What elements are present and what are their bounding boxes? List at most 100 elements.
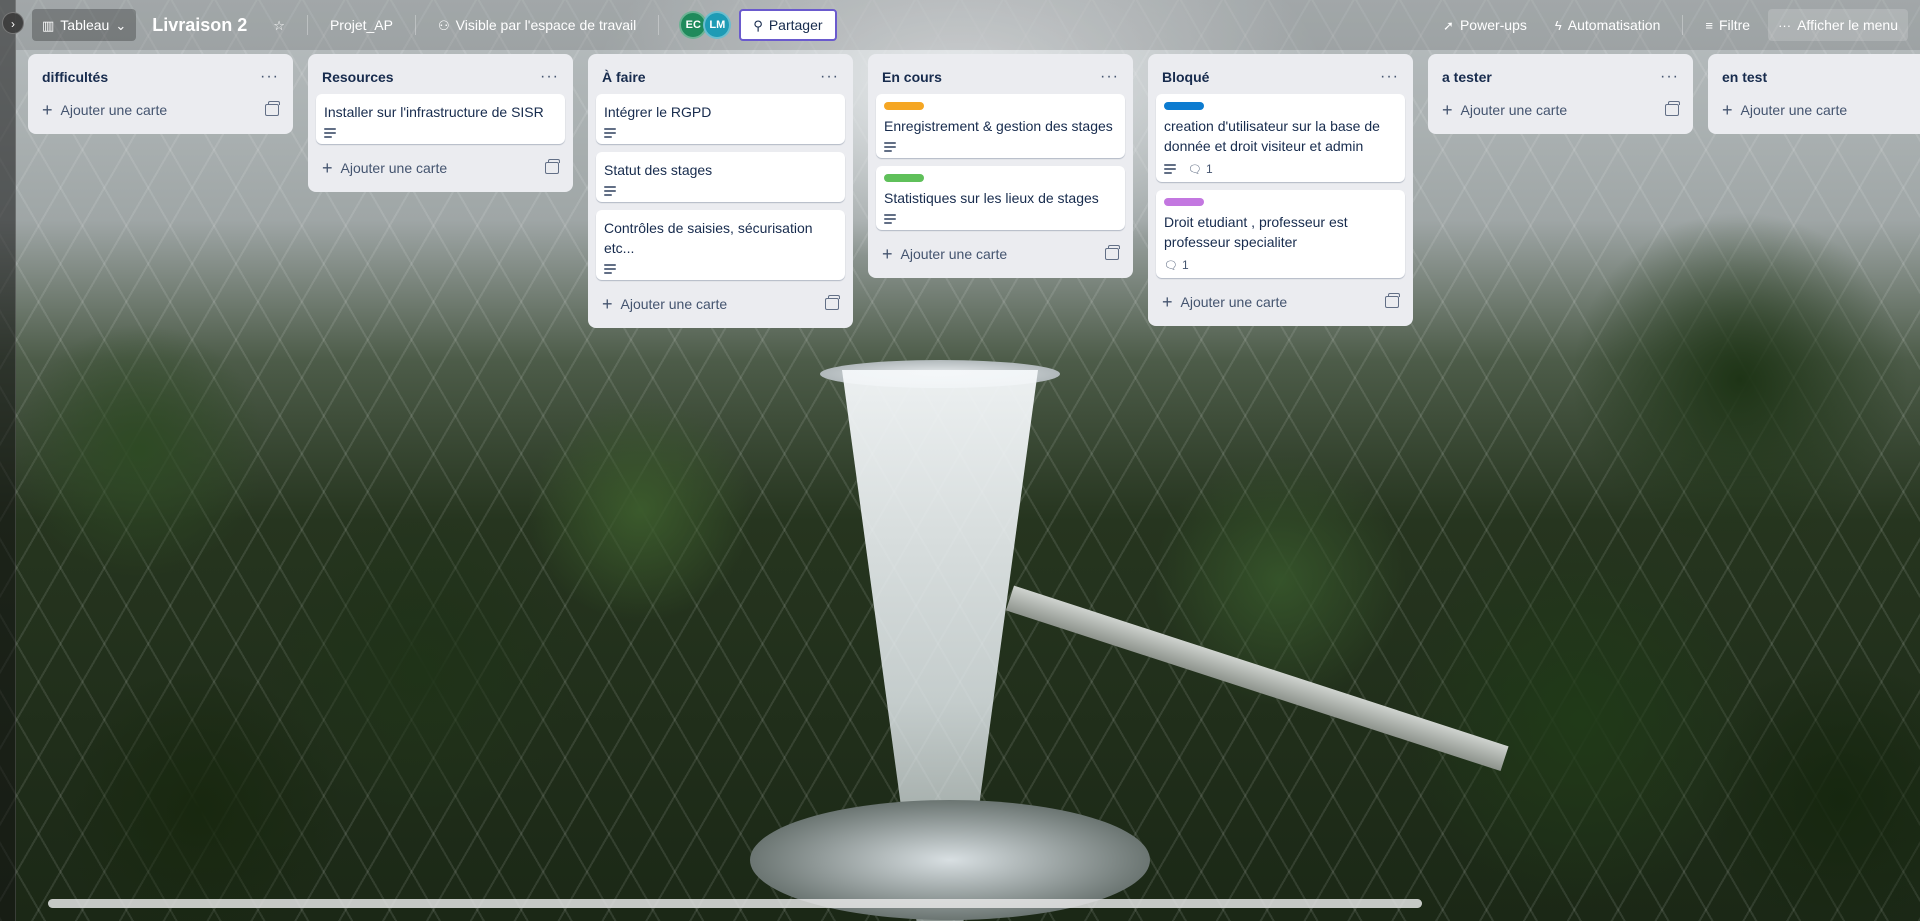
board-header: ▥ Tableau ⌄ Livraison 2 ☆ Projet_AP ⚇ Vi… — [16, 0, 1920, 50]
card[interactable]: Enregistrement & gestion des stages — [876, 94, 1125, 158]
create-from-template-icon[interactable] — [825, 295, 840, 310]
show-menu-label: Afficher le menu — [1797, 17, 1898, 33]
list-header[interactable]: À faire ··· — [596, 60, 845, 94]
list-header[interactable]: a tester ··· — [1436, 60, 1685, 94]
chevron-right-icon: › — [11, 17, 15, 31]
list-header[interactable]: Bloqué ··· — [1156, 60, 1405, 94]
more-icon[interactable]: ··· — [820, 68, 839, 86]
horizontal-scrollbar[interactable] — [48, 899, 1422, 908]
list-header[interactable]: Resources ··· — [316, 60, 565, 94]
card[interactable]: Installer sur l'infrastructure de SISR — [316, 94, 565, 144]
plus-icon: + — [1442, 100, 1453, 120]
star-board-button[interactable]: ☆ — [263, 9, 295, 41]
list-title[interactable]: a tester — [1442, 69, 1492, 85]
visibility-label: Visible par l'espace de travail — [455, 17, 637, 33]
create-from-template-icon[interactable] — [265, 101, 280, 116]
comment-icon: 🗨 — [1188, 163, 1202, 176]
card[interactable]: creation d'utilisateur sur la base de do… — [1156, 94, 1405, 182]
add-card-left: + Ajouter une carte — [42, 101, 167, 119]
more-icon[interactable]: ··· — [260, 68, 279, 86]
create-from-template-icon[interactable] — [545, 159, 560, 174]
show-menu-button[interactable]: ··· Afficher le menu — [1768, 9, 1908, 41]
description-icon — [604, 186, 618, 196]
automation-button[interactable]: ϟ Automatisation — [1545, 9, 1671, 41]
list-title[interactable]: difficultés — [42, 69, 108, 85]
add-card-label: Ajouter une carte — [1460, 102, 1568, 118]
divider — [306, 15, 308, 35]
card-title: Intégrer le RGPD — [604, 104, 712, 120]
workspace-button[interactable]: Projet_AP — [320, 9, 403, 41]
description-icon — [1164, 164, 1178, 174]
card[interactable]: Intégrer le RGPD — [596, 94, 845, 144]
list-title[interactable]: Bloqué — [1162, 69, 1209, 85]
filter-button[interactable]: ≡ Filtre — [1695, 9, 1760, 41]
create-from-template-icon[interactable] — [1385, 293, 1400, 308]
list-header[interactable]: En cours ··· — [876, 60, 1125, 94]
rocket-icon: ➚ — [1443, 17, 1454, 33]
description-icon — [324, 128, 338, 138]
more-icon[interactable]: ··· — [1100, 68, 1119, 86]
card-badges — [884, 214, 1117, 224]
avatar-initials: EC — [685, 19, 701, 31]
card-badges — [604, 186, 837, 196]
list: difficultés ··· + Ajouter une carte — [28, 54, 293, 134]
avatar-initials: LM — [709, 19, 726, 31]
powerups-button[interactable]: ➚ Power-ups — [1433, 9, 1537, 41]
share-button[interactable]: ⚲ Partager — [739, 9, 837, 41]
chevron-down-icon: ⌄ — [115, 17, 127, 33]
more-icon: ··· — [1778, 17, 1792, 33]
plus-icon: + — [602, 294, 613, 314]
divider — [658, 15, 660, 35]
add-person-icon: ⚲ — [753, 17, 763, 33]
view-switcher-button[interactable]: ▥ Tableau ⌄ — [32, 9, 137, 41]
add-card-label: Ajouter une carte — [60, 102, 168, 118]
board-title[interactable]: Livraison 2 — [144, 15, 255, 36]
automation-label: Automatisation — [1567, 17, 1661, 33]
board-members: EC LM — [679, 11, 732, 39]
card[interactable]: Contrôles de saisies, sécurisation etc..… — [596, 210, 845, 280]
card-badges: 🗨 1 — [1164, 162, 1397, 176]
board-view-icon: ▥ — [42, 17, 55, 33]
add-card-button[interactable]: + Ajouter une carte — [1716, 94, 1920, 126]
plus-icon: + — [882, 244, 893, 264]
filter-label: Filtre — [1718, 17, 1751, 33]
list: En cours ··· Enregistrement & gestion des … — [868, 54, 1133, 278]
list: Bloqué ··· creation d'utilisateur sur la b… — [1148, 54, 1413, 326]
card[interactable]: Statut des stages — [596, 152, 845, 202]
card-label[interactable] — [1164, 198, 1204, 206]
add-card-button[interactable]: + Ajouter une carte — [1436, 94, 1685, 126]
add-card-button[interactable]: + Ajouter une carte — [876, 238, 1125, 270]
description-icon — [884, 142, 898, 152]
list-title[interactable]: En cours — [882, 69, 942, 85]
list-header[interactable]: difficultés ··· — [36, 60, 285, 94]
more-icon[interactable]: ··· — [1660, 68, 1679, 86]
more-icon[interactable]: ··· — [1380, 68, 1399, 86]
add-card-button[interactable]: + Ajouter une carte — [1156, 286, 1405, 318]
comment-count: 1 — [1205, 162, 1213, 176]
list: Resources ··· Installer sur l'infrastructu… — [308, 54, 573, 192]
card-label[interactable] — [884, 102, 924, 110]
avatar[interactable]: LM — [703, 11, 732, 39]
card-label[interactable] — [1164, 102, 1204, 110]
list-title[interactable]: À faire — [602, 69, 646, 85]
description-icon — [604, 128, 618, 138]
create-from-template-icon[interactable] — [1105, 245, 1120, 260]
card[interactable]: Statistiques sur les lieux de stages — [876, 166, 1125, 230]
card-label[interactable] — [884, 174, 924, 182]
board-canvas: difficultés ··· + Ajouter une carte Resource… — [28, 54, 1920, 894]
card-title: Enregistrement & gestion des stages — [884, 118, 1113, 134]
list-title[interactable]: Resources — [322, 69, 394, 85]
add-card-left: + Ajouter une carte — [882, 245, 1007, 263]
list-header[interactable]: en test··· — [1716, 60, 1920, 94]
more-icon[interactable]: ··· — [540, 68, 559, 86]
add-card-button[interactable]: + Ajouter une carte — [36, 94, 285, 126]
plus-icon: + — [1722, 100, 1733, 120]
add-card-button[interactable]: + Ajouter une carte — [596, 288, 845, 320]
scrollbar-thumb[interactable] — [48, 899, 1422, 908]
card[interactable]: Droit etudiant , professeur est professe… — [1156, 190, 1405, 278]
create-from-template-icon[interactable] — [1665, 101, 1680, 116]
add-card-button[interactable]: + Ajouter une carte — [316, 152, 565, 184]
add-card-label: Ajouter une carte — [1180, 294, 1288, 310]
visibility-button[interactable]: ⚇ Visible par l'espace de travail — [428, 9, 646, 41]
list-title[interactable]: en test — [1722, 69, 1767, 85]
